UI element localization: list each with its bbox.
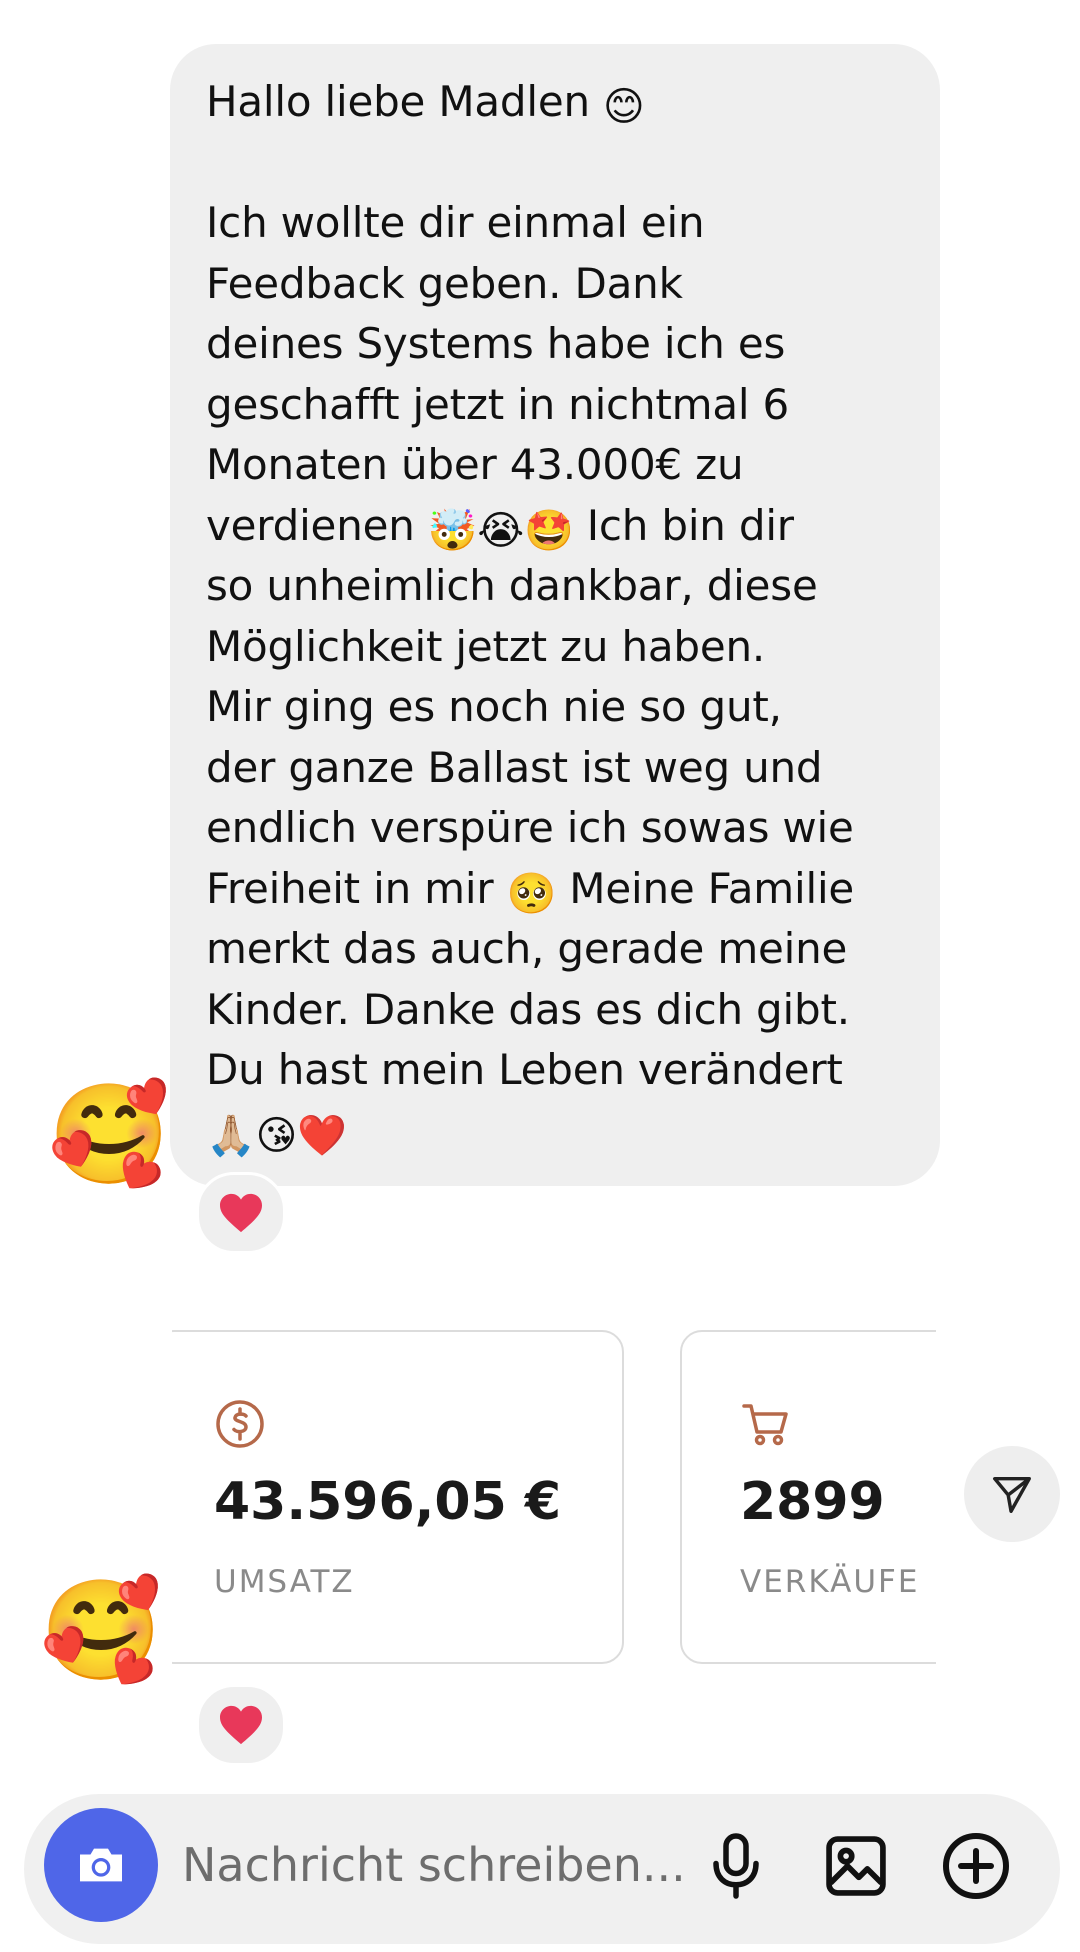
message-line: Mir ging es noch nie so gut, [206,682,782,731]
add-button[interactable] [936,1826,1016,1906]
plus-circle-icon [943,1833,1009,1899]
message-bubble[interactable]: Hallo liebe Madlen 😊 Ich wollte dir einm… [170,44,940,1186]
smiling-emoji: 😊 [603,84,645,130]
shopping-cart-icon [740,1398,792,1454]
gallery-button[interactable] [816,1826,896,1906]
sales-card: 2899 VERKÄUFE [680,1330,936,1664]
message-line: geschafft jetzt in nichtmal 6 [206,379,790,429]
closing-emojis: 🙏🏼😘❤️ [206,1112,347,1159]
message-line: Feedback geben. Dank [206,258,683,308]
camera-button[interactable] [44,1808,158,1922]
message-line: der ganze Ballast ist weg und [206,742,823,792]
sales-value: 2899 [740,1472,885,1532]
message-line: Möglichkeit jetzt zu haben. [206,621,766,671]
heart-reaction[interactable] [196,1172,286,1254]
message-line: Hallo liebe Madlen 😊 [206,77,645,130]
send-icon [993,1476,1031,1513]
microphone-icon [713,1833,759,1899]
message-line: 🙏🏼😘❤️ [206,1101,910,1162]
image-icon [826,1836,886,1896]
revenue-card: 43.596,05 € UMSATZ [172,1330,624,1664]
message-line: Ich wollte dir einmal ein [206,198,705,247]
message-line: Monaten über 43.000€ zu [206,440,744,489]
revenue-label: UMSATZ [214,1564,355,1600]
reaction-emojis: 🤯😭🤩 [427,507,574,554]
message-line: deines Systems habe ich es [206,319,786,368]
stats-image[interactable]: 43.596,05 € UMSATZ 2899 VERKÄUFE [172,1330,936,1668]
pleading-emoji: 🥺 [506,870,557,917]
message-line: so unheimlich dankbar, diese [206,561,818,610]
sender-avatar[interactable]: 🥰 [48,1086,170,1184]
message-line: endlich verspüre ich sowas wie [206,803,854,852]
heart-icon [220,1193,262,1233]
message-line: Freiheit in mir 🥺 Meine Familie [206,863,855,917]
share-button[interactable] [964,1446,1060,1542]
dollar-circle-icon [214,1398,266,1454]
heart-icon [220,1705,262,1745]
message-line: Kinder. Danke das es dich gibt. [206,984,850,1034]
sales-label: VERKÄUFE [740,1564,920,1600]
message-line: merkt das auch, gerade meine [206,924,848,973]
message-input[interactable]: Nachricht schreiben... [182,1838,686,1892]
camera-icon [80,1848,122,1882]
message-line: verdienen 🤯😭🤩 Ich bin dir [206,500,794,554]
microphone-button[interactable] [696,1826,776,1906]
revenue-value: 43.596,05 € [214,1472,562,1532]
sender-avatar[interactable]: 🥰 [40,1582,162,1680]
message-line: Du hast mein Leben verändert [206,1045,843,1094]
heart-reaction[interactable] [196,1684,286,1766]
